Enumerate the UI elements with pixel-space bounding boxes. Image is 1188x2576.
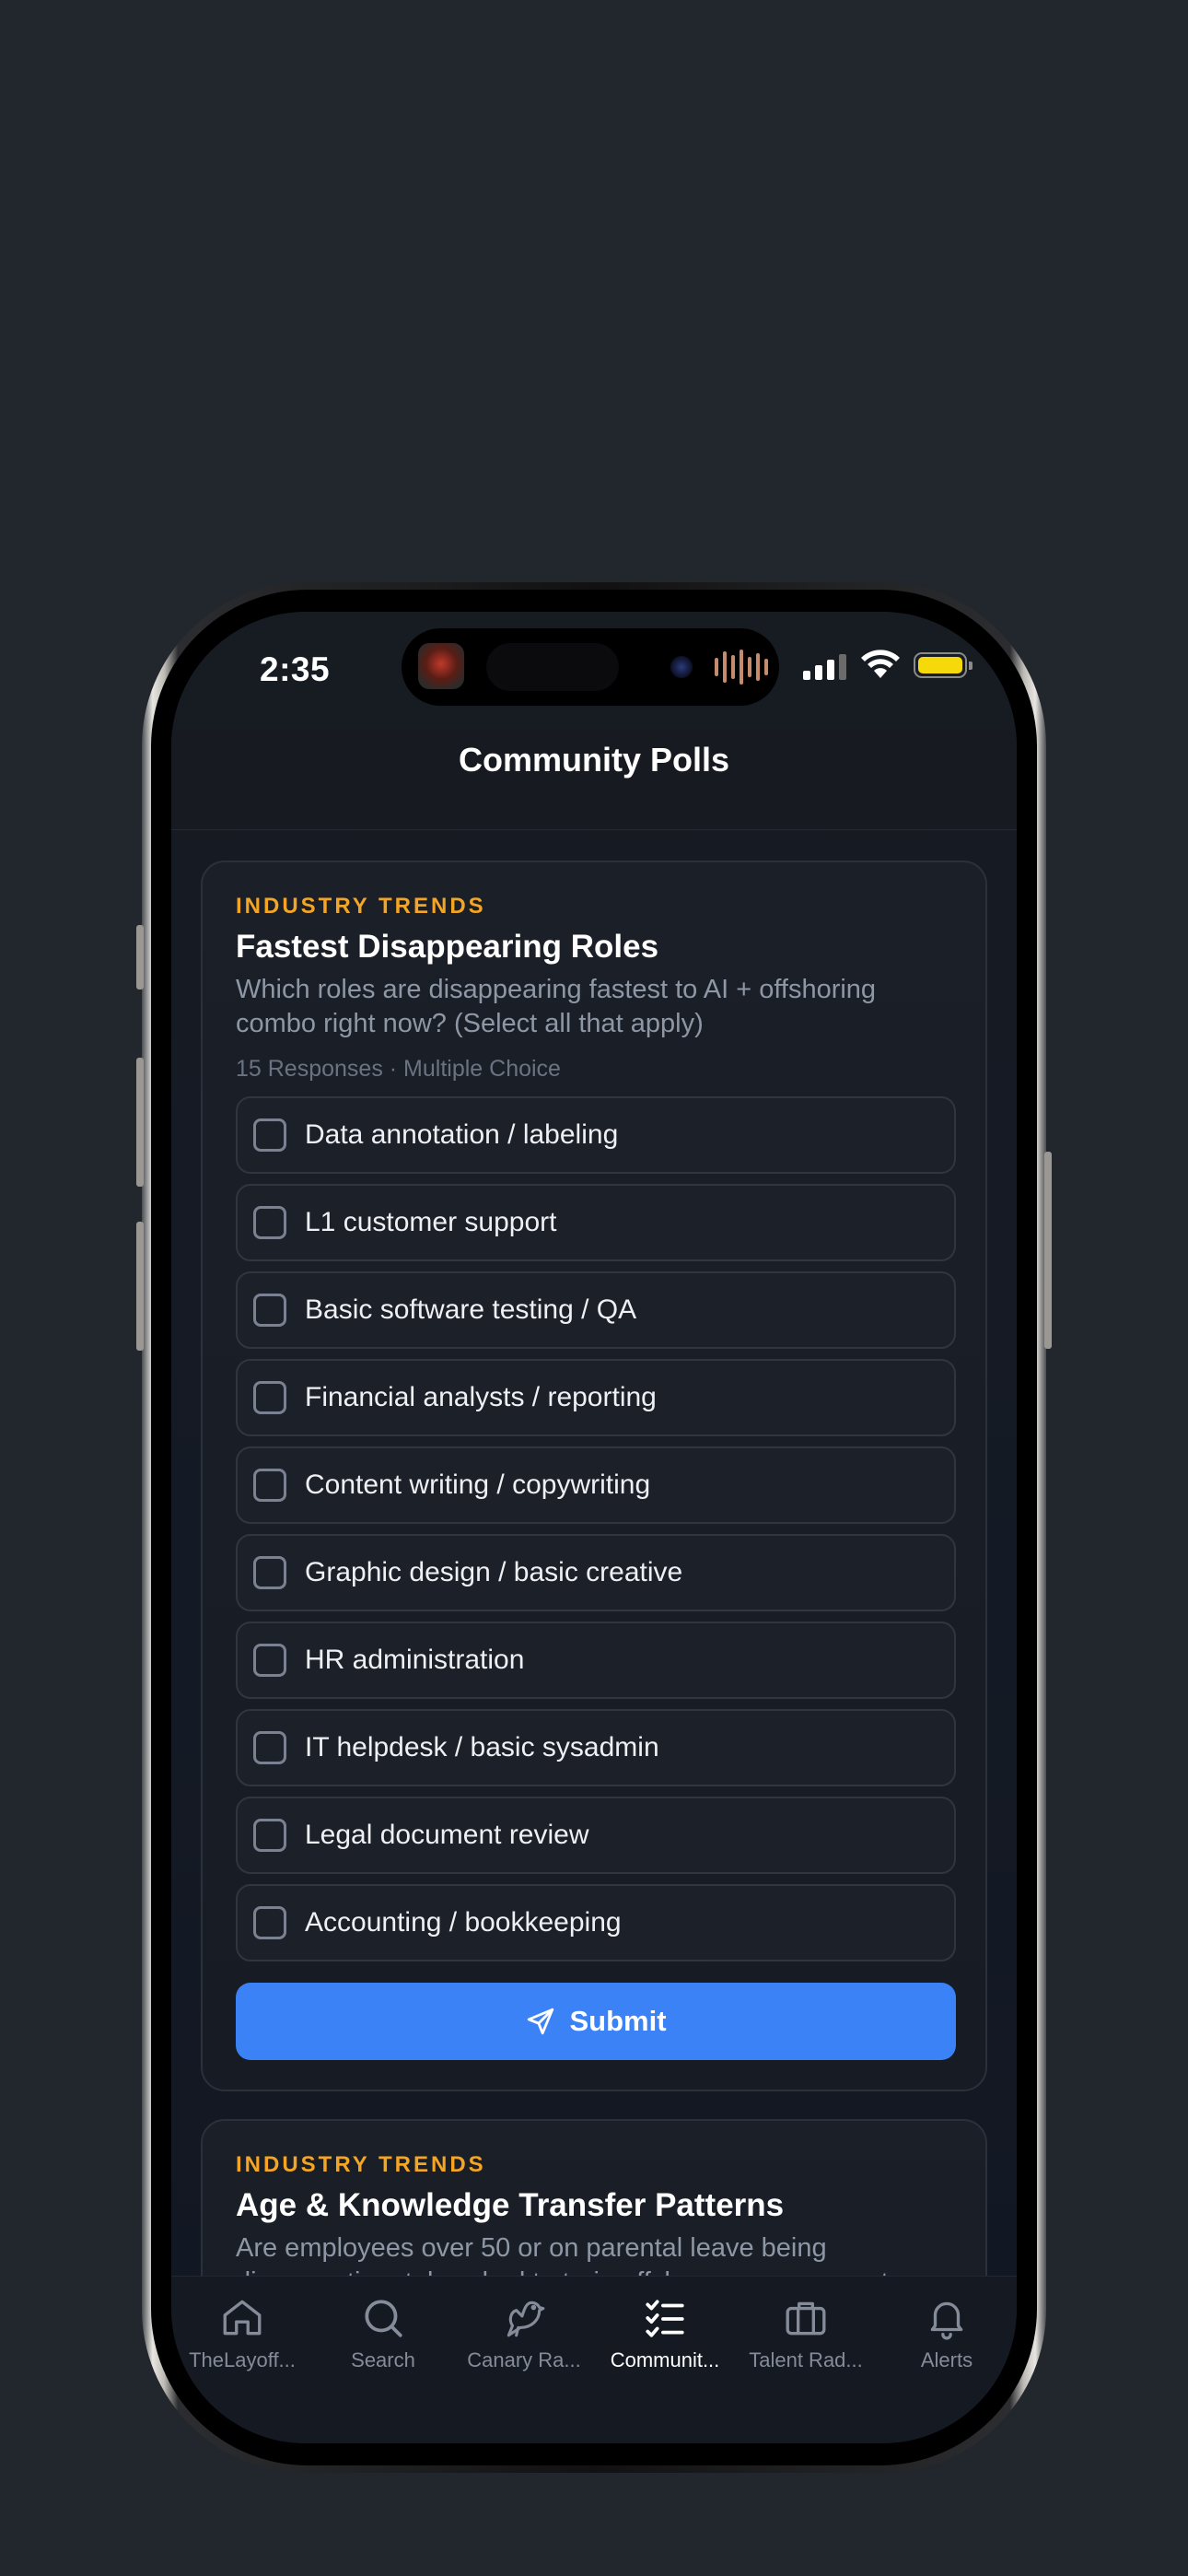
power-button bbox=[1044, 1152, 1052, 1349]
tab-thelayoff[interactable]: TheLayoff... bbox=[171, 2295, 313, 2372]
tab-bar: TheLayoff... Search Canary Ra... Communi… bbox=[171, 2276, 1017, 2443]
option-label: Graphic design / basic creative bbox=[305, 1557, 683, 1587]
poll-option[interactable]: Accounting / bookkeeping bbox=[236, 1884, 956, 1961]
tab-label: Alerts bbox=[920, 2348, 973, 2371]
wifi-icon bbox=[861, 650, 900, 678]
poll-question: Are employees over 50 or on parental lea… bbox=[236, 2233, 889, 2276]
tab-label: Communit... bbox=[610, 2348, 720, 2371]
option-label: Content writing / copywriting bbox=[305, 1469, 651, 1500]
poll-option[interactable]: Content writing / copywriting bbox=[236, 1446, 956, 1524]
poll-option[interactable]: Basic software testing / QA bbox=[236, 1271, 956, 1349]
submit-label: Submit bbox=[569, 2005, 667, 2037]
checkbox[interactable] bbox=[253, 1469, 286, 1502]
front-camera bbox=[670, 656, 693, 678]
app-screen: 2:35 Community Polls INDUSTRY TRENDS Fas… bbox=[171, 612, 1017, 2443]
checkbox[interactable] bbox=[253, 1906, 286, 1939]
option-label: Data annotation / labeling bbox=[305, 1119, 619, 1150]
checklist-icon bbox=[646, 2300, 684, 2337]
poll-title: Age & Knowledge Transfer Patterns bbox=[236, 2187, 785, 2223]
poll-option[interactable]: IT helpdesk / basic sysadmin bbox=[236, 1709, 956, 1786]
checkbox[interactable] bbox=[253, 1381, 286, 1414]
poll-option[interactable]: Graphic design / basic creative bbox=[236, 1534, 956, 1611]
option-label: HR administration bbox=[305, 1645, 525, 1675]
option-label: Financial analysts / reporting bbox=[305, 1382, 657, 1412]
audio-waveform-icon bbox=[715, 649, 768, 685]
now-playing-artwork bbox=[418, 643, 464, 689]
tab-label: TheLayoff... bbox=[189, 2348, 296, 2371]
checkbox[interactable] bbox=[253, 1118, 286, 1152]
poll-option[interactable]: HR administration bbox=[236, 1622, 956, 1699]
tab-label: Talent Rad... bbox=[749, 2348, 863, 2371]
page-title: Community Polls bbox=[458, 741, 730, 779]
volume-down-button bbox=[136, 1222, 144, 1351]
option-label: Legal document review bbox=[305, 1820, 589, 1850]
poll-options: Data annotation / labeling L1 customer s… bbox=[236, 1096, 956, 1972]
tab-canary-radar[interactable]: Canary Ra... bbox=[453, 2295, 595, 2372]
tab-label: Canary Ra... bbox=[467, 2348, 581, 2371]
poll-option[interactable]: L1 customer support bbox=[236, 1184, 956, 1261]
checkbox[interactable] bbox=[253, 1556, 286, 1589]
search-icon bbox=[365, 2300, 402, 2337]
status-time: 2:35 bbox=[260, 650, 331, 688]
poll-meta: 15 Responses · Multiple Choice bbox=[236, 1056, 561, 1082]
briefcase-icon bbox=[786, 2301, 826, 2336]
send-icon bbox=[528, 2008, 554, 2035]
poll-card: INDUSTRY TRENDS Age & Knowledge Transfer… bbox=[201, 2119, 987, 2276]
battery-icon bbox=[914, 652, 973, 678]
option-label: IT helpdesk / basic sysadmin bbox=[305, 1732, 659, 1762]
poll-category: INDUSTRY TRENDS bbox=[236, 2152, 486, 2177]
checkbox[interactable] bbox=[253, 1294, 286, 1327]
sensor-area bbox=[486, 643, 619, 691]
option-label: Basic software testing / QA bbox=[305, 1294, 637, 1325]
poll-category: INDUSTRY TRENDS bbox=[236, 894, 486, 919]
tab-community-polls[interactable]: Communit... bbox=[594, 2295, 736, 2372]
polls-list[interactable]: INDUSTRY TRENDS Fastest Disappearing Rol… bbox=[171, 829, 1017, 2276]
poll-option[interactable]: Data annotation / labeling bbox=[236, 1096, 956, 1174]
action-button bbox=[136, 925, 144, 989]
tab-search[interactable]: Search bbox=[312, 2295, 454, 2372]
tab-talent-radar[interactable]: Talent Rad... bbox=[735, 2295, 877, 2372]
poll-card: INDUSTRY TRENDS Fastest Disappearing Rol… bbox=[201, 861, 987, 2091]
bell-icon bbox=[930, 2301, 963, 2340]
tab-alerts[interactable]: Alerts bbox=[876, 2295, 1017, 2372]
checkbox[interactable] bbox=[253, 1731, 286, 1764]
option-label: L1 customer support bbox=[305, 1207, 557, 1237]
cellular-signal-icon bbox=[803, 652, 846, 680]
checkbox[interactable] bbox=[253, 1819, 286, 1852]
poll-option[interactable]: Financial analysts / reporting bbox=[236, 1359, 956, 1436]
submit-button[interactable]: Submit bbox=[236, 1983, 956, 2060]
volume-up-button bbox=[136, 1058, 144, 1187]
checkbox[interactable] bbox=[253, 1644, 286, 1677]
poll-question: Which roles are disappearing fastest to … bbox=[236, 975, 877, 1038]
poll-option[interactable]: Legal document review bbox=[236, 1797, 956, 1874]
poll-title: Fastest Disappearing Roles bbox=[236, 929, 659, 965]
option-label: Accounting / bookkeeping bbox=[305, 1907, 622, 1938]
checkbox[interactable] bbox=[253, 1206, 286, 1239]
dynamic-island bbox=[402, 628, 779, 706]
bird-icon bbox=[507, 2301, 545, 2337]
home-icon bbox=[223, 2300, 262, 2336]
tab-label: Search bbox=[351, 2348, 415, 2371]
